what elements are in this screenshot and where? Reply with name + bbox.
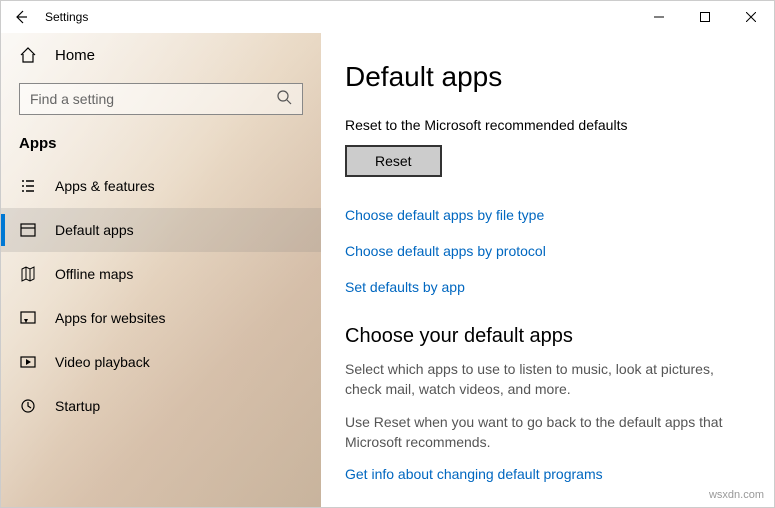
sidebar-item-video-playback[interactable]: Video playback bbox=[1, 340, 321, 384]
sidebar-item-label: Default apps bbox=[55, 222, 134, 238]
default-apps-icon bbox=[19, 221, 37, 239]
list-icon bbox=[19, 177, 37, 195]
reset-button[interactable]: Reset bbox=[345, 145, 442, 177]
sidebar-item-apps-features[interactable]: Apps & features bbox=[1, 164, 321, 208]
search-input[interactable] bbox=[30, 91, 276, 107]
link-file-type[interactable]: Choose default apps by file type bbox=[345, 207, 750, 223]
close-button[interactable] bbox=[728, 1, 774, 33]
link-protocol[interactable]: Choose default apps by protocol bbox=[345, 243, 750, 259]
sidebar-item-label: Offline maps bbox=[55, 266, 133, 282]
sidebar-item-label: Apps & features bbox=[55, 178, 155, 194]
sidebar-item-label: Apps for websites bbox=[55, 310, 166, 326]
choose-body-2: Use Reset when you want to go back to th… bbox=[345, 413, 750, 452]
maximize-button[interactable] bbox=[682, 1, 728, 33]
window-title: Settings bbox=[45, 10, 88, 24]
sidebar-item-offline-maps[interactable]: Offline maps bbox=[1, 252, 321, 296]
back-button[interactable] bbox=[1, 1, 41, 33]
watermark: wsxdn.com bbox=[709, 489, 764, 501]
maximize-icon bbox=[700, 12, 710, 22]
sidebar-item-label: Video playback bbox=[55, 354, 150, 370]
title-bar: Settings bbox=[1, 1, 774, 33]
choose-section-title: Choose your default apps bbox=[345, 325, 750, 348]
link-by-app[interactable]: Set defaults by app bbox=[345, 279, 750, 295]
link-info[interactable]: Get info about changing default programs bbox=[345, 466, 750, 482]
sidebar-item-label: Startup bbox=[55, 398, 100, 414]
sidebar: Home Apps Apps & features Default apps bbox=[1, 33, 321, 507]
window-controls bbox=[636, 1, 774, 33]
search-box[interactable] bbox=[19, 83, 303, 115]
video-icon bbox=[19, 353, 37, 371]
close-icon bbox=[746, 12, 756, 22]
sidebar-item-apps-for-websites[interactable]: Apps for websites bbox=[1, 296, 321, 340]
map-icon bbox=[19, 265, 37, 283]
choose-body-1: Select which apps to use to listen to mu… bbox=[345, 360, 750, 399]
home-icon bbox=[19, 46, 37, 64]
home-label: Home bbox=[55, 47, 95, 64]
reset-heading: Reset to the Microsoft recommended defau… bbox=[345, 117, 750, 133]
sidebar-item-default-apps[interactable]: Default apps bbox=[1, 208, 321, 252]
sidebar-item-startup[interactable]: Startup bbox=[1, 384, 321, 428]
content-pane: Default apps Reset to the Microsoft reco… bbox=[321, 33, 774, 507]
back-arrow-icon bbox=[13, 9, 29, 25]
search-icon bbox=[276, 89, 292, 110]
startup-icon bbox=[19, 397, 37, 415]
minimize-button[interactable] bbox=[636, 1, 682, 33]
sidebar-section-header: Apps bbox=[1, 115, 321, 164]
sidebar-home[interactable]: Home bbox=[1, 33, 321, 77]
websites-icon bbox=[19, 309, 37, 327]
minimize-icon bbox=[654, 12, 664, 22]
page-title: Default apps bbox=[345, 61, 750, 93]
